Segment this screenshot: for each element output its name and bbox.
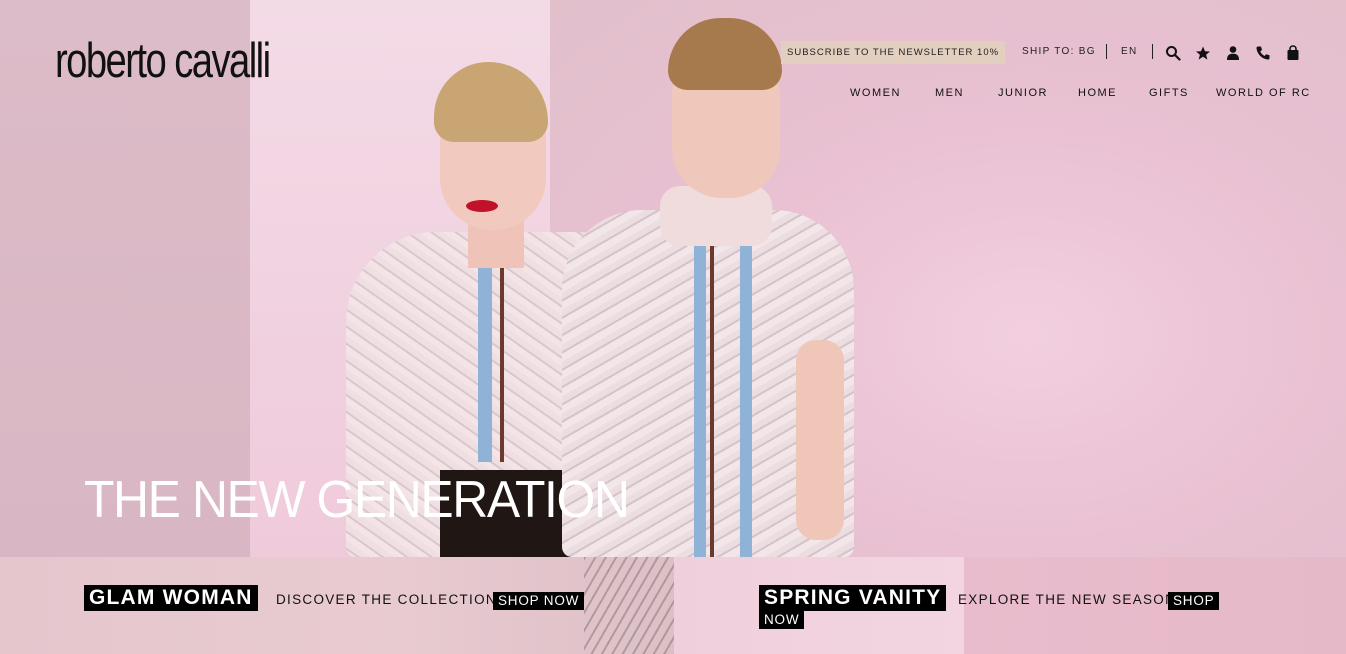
nav-item-men[interactable]: MEN — [935, 87, 964, 99]
shop-now-button[interactable]: SHOP — [1168, 592, 1220, 610]
brand-logo[interactable]: roberto cavalli — [55, 33, 271, 89]
shop-now-button-continued[interactable]: NOW — [759, 611, 805, 629]
shop-now-button[interactable]: SHOP NOW — [493, 592, 585, 610]
promo-tile-spring-vanity[interactable]: SPRING VANITY EXPLORE THE NEW SEASON SHO… — [674, 557, 1346, 654]
account-icon[interactable] — [1225, 45, 1241, 61]
phone-icon[interactable] — [1255, 45, 1271, 61]
nav-item-world-of-rc[interactable]: WORLD OF RC — [1216, 87, 1311, 99]
header-divider — [1106, 44, 1107, 59]
nav-item-home[interactable]: HOME — [1078, 87, 1117, 99]
language-selector[interactable]: EN — [1121, 46, 1138, 57]
newsletter-subscribe-button[interactable]: SUBSCRIBE TO THE NEWSLETTER 10% — [781, 41, 1006, 64]
wishlist-star-icon[interactable] — [1195, 45, 1211, 61]
hero-title[interactable]: THE NEW GENERATION — [84, 470, 630, 530]
shopping-bag-icon[interactable] — [1285, 45, 1301, 61]
header-divider — [1152, 44, 1153, 59]
promo-tile-decoration — [584, 557, 674, 654]
promo-title: SPRING VANITY — [759, 585, 947, 611]
promo-subtitle: DISCOVER THE COLLECTION — [276, 592, 497, 607]
ship-to-selector[interactable]: SHIP TO: BG — [1022, 46, 1096, 57]
nav-item-women[interactable]: WOMEN — [850, 87, 901, 99]
search-icon[interactable] — [1165, 45, 1181, 61]
promo-subtitle: EXPLORE THE NEW SEASON — [958, 592, 1177, 607]
promo-title: GLAM WOMAN — [84, 585, 258, 611]
nav-item-gifts[interactable]: GIFTS — [1149, 87, 1189, 99]
nav-item-junior[interactable]: JUNIOR — [998, 87, 1048, 99]
promo-tile-glam-woman[interactable]: GLAM WOMAN DISCOVER THE COLLECTION SHOP … — [0, 557, 674, 654]
